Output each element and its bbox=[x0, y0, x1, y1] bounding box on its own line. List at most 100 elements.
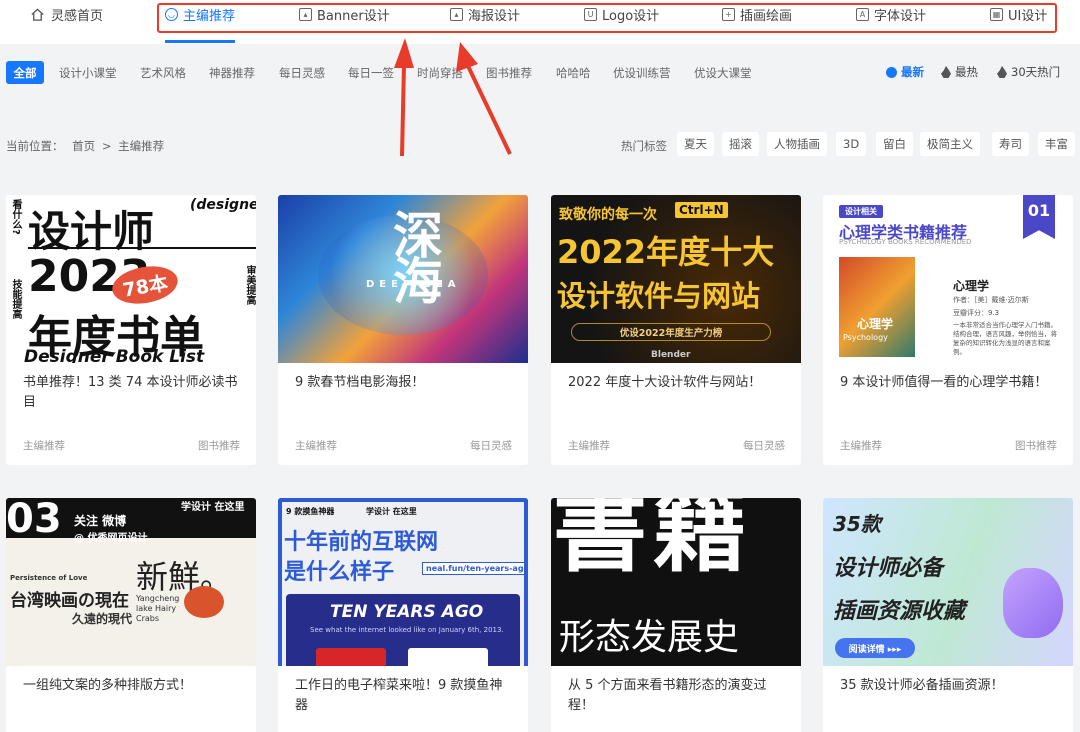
thumb-text: See what the internet looked like on Jan… bbox=[310, 626, 504, 634]
thumb-text: 35款 bbox=[833, 512, 881, 536]
article-card[interactable]: 设计相关 心理学类书籍推荐 PSYCHOLOGY BOOKS RECOMMEND… bbox=[823, 195, 1073, 465]
card-title[interactable]: 35 款设计师必备插画资源！ bbox=[840, 676, 1060, 696]
card-title[interactable]: 2022 年度十大设计软件与网站！ bbox=[568, 373, 788, 393]
flame-icon bbox=[997, 66, 1007, 78]
thumb-decor bbox=[316, 648, 386, 666]
divider bbox=[28, 247, 256, 249]
card-category[interactable]: 图书推荐 bbox=[1015, 438, 1057, 453]
annotation-arrows bbox=[394, 38, 512, 157]
filter-category[interactable]: 哈哈哈 bbox=[556, 65, 591, 81]
sort-30days[interactable]: 30天热门 bbox=[997, 64, 1060, 80]
sort-label: 最新 bbox=[901, 65, 924, 79]
filter-all-chip[interactable]: 全部 bbox=[6, 61, 44, 84]
thumb-text: 技能提高 bbox=[10, 279, 21, 319]
thumb-text: 03 bbox=[6, 498, 62, 542]
article-card[interactable]: 致敬你的每一次 Ctrl+N 2022年度十大 设计软件与网站 优设2022年度… bbox=[551, 195, 801, 465]
card-thumbnail: 致敬你的每一次 Ctrl+N 2022年度十大 设计软件与网站 优设2022年度… bbox=[551, 195, 801, 363]
hot-tag[interactable]: 夏天 bbox=[677, 132, 714, 156]
card-title[interactable]: 9 本设计师值得一看的心理学书籍！ bbox=[840, 373, 1060, 393]
filter-category[interactable]: 神器推荐 bbox=[209, 65, 255, 81]
thumb-text: Yangcheng lake Hairy Crabs bbox=[136, 594, 180, 623]
article-card[interactable]: 9 款摸鱼神器 学设计 在这里 十年前的互联网 是什么样子 neal.fun/t… bbox=[278, 498, 528, 732]
card-tag[interactable]: 主编推荐 bbox=[840, 438, 882, 453]
card-title[interactable]: 工作日的电子榨菜来啦！9 款摸鱼神器 bbox=[295, 676, 515, 716]
filter-category[interactable]: 优设训练营 bbox=[613, 65, 671, 81]
sort-label: 最热 bbox=[955, 65, 978, 79]
thumb-text: 久遠的現代 bbox=[72, 612, 133, 626]
filter-category[interactable]: 图书推荐 bbox=[486, 65, 532, 81]
thumb-text: 致敬你的每一次 bbox=[559, 207, 657, 223]
thumb-text: @ 优秀网页设计 bbox=[74, 533, 148, 544]
filter-category[interactable]: 时尚穿搭 bbox=[417, 65, 463, 81]
home-link[interactable]: 灵感首页 bbox=[30, 5, 103, 24]
card-tag[interactable]: 主编推荐 bbox=[23, 438, 65, 453]
thumb-text: 一本非常适合当作心理学入门书籍。结构合理，语言风趣，举例恰当，将复杂的知识转化为… bbox=[953, 321, 1057, 356]
thumb-text: 设计师必备 bbox=[833, 556, 944, 581]
article-card[interactable]: 書籍 形态发展史 从 5 个方面来看书籍形态的演变过程！ bbox=[551, 498, 801, 732]
card-title[interactable]: 9 款春节档电影海报！ bbox=[295, 373, 515, 393]
thumb-button: 阅读详情 ▸▸▸ bbox=[835, 638, 915, 658]
breadcrumb-separator: > bbox=[101, 139, 112, 153]
thumb-text: PSYCHOLOGY BOOKS RECOMMENDED bbox=[839, 238, 972, 246]
hot-tag[interactable]: 留白 bbox=[876, 132, 913, 156]
thumb-text: 心理学 bbox=[857, 317, 894, 331]
card-thumbnail: 9 款摸鱼神器 学设计 在这里 十年前的互联网 是什么样子 neal.fun/t… bbox=[278, 498, 528, 666]
active-tab-indicator bbox=[165, 40, 235, 43]
thumb-text: TEN YEARS AGO bbox=[330, 602, 484, 622]
thumb-text: 看什么? bbox=[10, 199, 21, 235]
annotation-box bbox=[157, 3, 1057, 33]
filter-category[interactable]: 每日灵感 bbox=[279, 65, 325, 81]
card-category[interactable]: 图书推荐 bbox=[198, 438, 240, 453]
hot-tag[interactable]: 丰富 bbox=[1038, 132, 1075, 156]
card-category[interactable]: 每日灵感 bbox=[470, 438, 512, 453]
card-tag[interactable]: 主编推荐 bbox=[295, 438, 337, 453]
thumb-text: 设计软件与网站 bbox=[557, 279, 761, 313]
card-title[interactable]: 书单推荐！13 类 74 本设计师必读书目 bbox=[23, 373, 243, 413]
filter-bar: 全部 设计小课堂 艺术风格 神器推荐 每日灵感 每日一签 时尚穿搭 图书推荐 哈… bbox=[0, 52, 1080, 92]
sort-hottest[interactable]: 最热 bbox=[941, 64, 978, 80]
card-title[interactable]: 从 5 个方面来看书籍形态的演变过程！ bbox=[568, 676, 788, 716]
breadcrumb: 当前位置： 首页 > 主编推荐 bbox=[6, 138, 164, 154]
hot-tag[interactable]: 极简主义 bbox=[920, 132, 980, 156]
thumb-text: 形态发展史 bbox=[559, 617, 740, 658]
filter-category[interactable]: 设计小课堂 bbox=[59, 65, 117, 81]
thumb-text: Blender bbox=[651, 350, 691, 360]
article-card[interactable]: 03 关注 微博 @ 优秀网页设计 学设计 在这里 新鮮。 Persistenc… bbox=[6, 498, 256, 732]
sort-newest[interactable]: 最新 bbox=[886, 64, 924, 80]
filter-category[interactable]: 每日一签 bbox=[348, 65, 394, 81]
thumb-text: 台湾映画の現在 bbox=[10, 591, 129, 611]
filter-category[interactable]: 艺术风格 bbox=[140, 65, 186, 81]
thumb-text: 9 款摸鱼神器 bbox=[286, 507, 335, 516]
article-card[interactable]: 深海 DEEP SEA 9 款春节档电影海报！ 主编推荐 每日灵感 bbox=[278, 195, 528, 465]
card-thumbnail: 深海 DEEP SEA bbox=[278, 195, 528, 363]
thumb-text: 書籍 bbox=[553, 498, 754, 585]
article-card[interactable]: 看什么? 设计师 (designer) 2023 78本 技能提高 审美提高 年… bbox=[6, 195, 256, 465]
thumb-url: neal.fun/ten-years-ago bbox=[422, 562, 524, 575]
card-thumbnail: 03 关注 微博 @ 优秀网页设计 学设计 在这里 新鮮。 Persistenc… bbox=[6, 498, 256, 666]
thumb-ribbon: 01 bbox=[1023, 195, 1055, 239]
filter-category[interactable]: 优设大课堂 bbox=[694, 65, 752, 81]
card-tag[interactable]: 主编推荐 bbox=[568, 438, 610, 453]
hot-tag[interactable]: 摇滚 bbox=[722, 132, 759, 156]
card-thumbnail: 書籍 形态发展史 bbox=[551, 498, 801, 666]
hand-illustration bbox=[1003, 568, 1063, 638]
thumb-text: 优设2022年度生产力榜 bbox=[571, 323, 771, 341]
card-category[interactable]: 每日灵感 bbox=[743, 438, 785, 453]
book-cover: 心理学 Psychology bbox=[839, 257, 915, 357]
thumb-text: 插画资源收藏 bbox=[833, 599, 966, 624]
card-title[interactable]: 一组纯文案的多种排版方式！ bbox=[23, 676, 243, 696]
card-thumbnail: 设计相关 心理学类书籍推荐 PSYCHOLOGY BOOKS RECOMMEND… bbox=[823, 195, 1073, 363]
thumb-text: 是什么样子 bbox=[284, 560, 395, 585]
thumb-text: Persistence of Love bbox=[10, 574, 88, 582]
hot-tags-label: 热门标签 bbox=[621, 139, 667, 153]
hot-tag[interactable]: 人物插画 bbox=[767, 132, 827, 156]
hot-tag[interactable]: 3D bbox=[836, 132, 867, 156]
hot-tag[interactable]: 寿司 bbox=[992, 132, 1029, 156]
home-label: 灵感首页 bbox=[51, 9, 104, 24]
thumb-badge: 设计相关 bbox=[839, 205, 883, 218]
breadcrumb-home[interactable]: 首页 bbox=[72, 139, 95, 153]
article-card[interactable]: 35款 设计师必备 插画资源收藏 阅读详情 ▸▸▸ 35 款设计师必备插画资源！ bbox=[823, 498, 1073, 732]
thumb-key: Ctrl+N bbox=[675, 202, 728, 218]
thumb-text: 豆瓣评分：9.3 bbox=[953, 309, 1000, 317]
thumb-text: 关注 微博 bbox=[74, 514, 127, 528]
